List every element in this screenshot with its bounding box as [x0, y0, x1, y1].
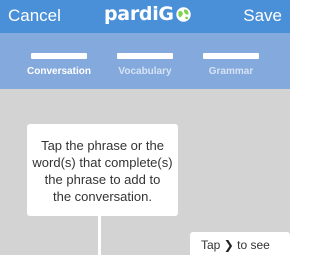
globe-icon — [175, 7, 191, 22]
app-screen: Cancel pardiG Save Conversation Vocabula… — [0, 0, 290, 255]
tab-grammar[interactable]: Grammar — [186, 53, 276, 77]
tab-label: Vocabulary — [118, 66, 172, 77]
cancel-button[interactable]: Cancel — [8, 4, 61, 28]
tab-indicator — [117, 53, 173, 59]
tab-label: Conversation — [27, 66, 91, 77]
side-callout-prefix: Tap — [201, 238, 221, 252]
tutorial-line: Tap the phrase or the — [41, 138, 164, 153]
tab-vocabulary[interactable]: Vocabulary — [100, 53, 190, 77]
tutorial-line: the phrase to add to — [44, 172, 161, 187]
navbar: Cancel pardiG Save — [0, 0, 290, 33]
callout-pointer-line — [98, 216, 101, 255]
logo-text: pardiG — [104, 3, 174, 25]
tutorial-line: the conversation. — [52, 189, 152, 204]
chevron-right-icon: ❯ — [223, 238, 234, 252]
tutorial-side-callout: Tap ❯ to see — [190, 232, 290, 255]
app-logo: pardiG — [104, 1, 192, 27]
tab-label: Grammar — [208, 66, 254, 77]
tab-conversation[interactable]: Conversation — [14, 53, 104, 77]
tutorial-callout: Tap the phrase or the word(s) that compl… — [27, 124, 178, 216]
tab-indicator — [31, 53, 87, 59]
tutorial-line: word(s) that complete(s) — [32, 155, 173, 170]
tab-indicator — [203, 53, 259, 59]
save-button[interactable]: Save — [243, 4, 282, 28]
tab-strip: Conversation Vocabulary Grammar — [0, 33, 290, 89]
side-callout-suffix: to see — [237, 238, 270, 252]
